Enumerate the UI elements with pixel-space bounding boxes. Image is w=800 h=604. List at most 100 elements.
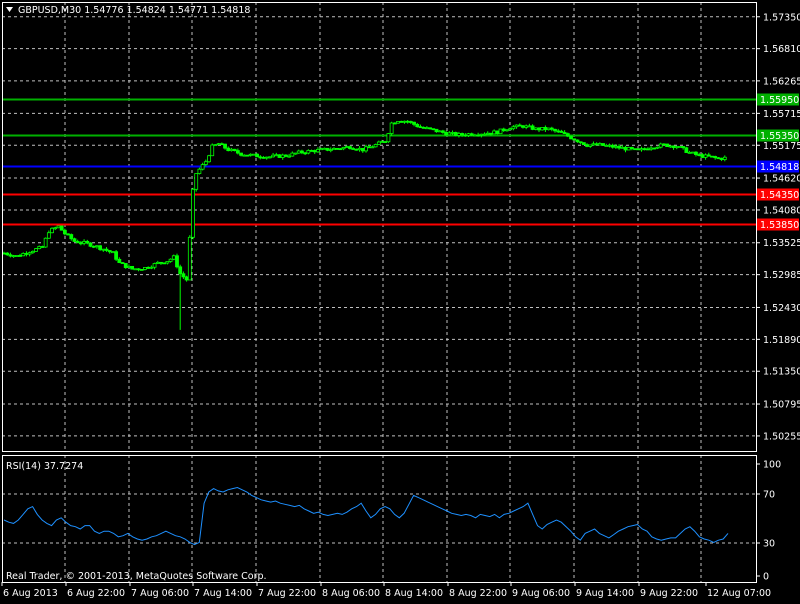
candle-body [572,138,577,141]
candle-body [428,127,432,130]
candle-body [325,147,330,151]
candle-body [75,241,80,244]
candle-body [665,143,670,148]
candle [652,147,657,150]
candle-body [585,144,589,147]
candle-body [229,148,234,152]
price-axis-label: 1.56265 [763,76,800,87]
candle-body [213,144,218,147]
candle-body [143,267,147,270]
candle-body [591,143,596,146]
candle-body [594,143,599,146]
candle-body [187,236,192,281]
candle [284,154,288,158]
candle-body [575,139,580,143]
candle [171,254,176,261]
candle-body [271,154,275,158]
candle [495,130,500,135]
candle-body [30,250,35,254]
candle-body [357,147,362,151]
candle-body [473,134,477,137]
candle-body [511,126,516,130]
chart-canvas[interactable]: 1.559501.553501.548181.543501.53850 1.57… [0,0,800,600]
trading-chart-window[interactable]: 1.55950 1.55350 1.54818 1.54350 1.53850 1.57… [0,0,800,600]
candle-body [348,146,352,149]
candle [431,128,436,131]
candle [383,141,388,143]
candle [565,132,570,138]
candle-body [553,128,557,132]
candle [191,187,195,240]
candle-body [549,127,554,130]
candle-body [98,245,103,250]
candle-body [46,232,51,239]
candle-body [104,248,109,251]
candle-body [466,133,471,136]
candle [690,151,695,154]
candle [194,173,199,192]
candle-body [328,149,333,152]
candle-body [216,143,221,146]
candle-body [53,227,58,230]
candle-body [421,126,426,129]
candle-body [402,120,407,123]
candle-body [293,152,298,155]
candle-body [258,156,263,159]
candle-body [489,132,493,135]
candle-body [530,125,535,130]
candle-body [200,164,205,170]
candle [277,154,282,158]
candle [120,262,125,264]
candle [114,250,119,261]
price-level-label: 1.54350 [760,190,799,201]
candle-body [360,147,365,152]
candle-body [194,173,199,190]
time-axis-label: 12 Aug 07:00 [707,588,771,599]
candle-body [418,126,423,129]
candle-body [578,141,583,144]
candle-body [56,225,61,229]
candle [354,148,359,151]
candle-body [710,155,714,158]
candle-body [380,141,384,143]
candle-body [40,246,45,248]
candle-body [498,128,503,135]
candle-body [514,124,519,128]
candle-body [235,150,240,154]
candle-body [284,154,288,157]
candle-body [469,133,474,136]
candle-body [671,145,676,149]
candle [213,144,218,147]
candle [133,268,138,271]
price-axis-label: 1.50255 [763,431,800,442]
candle-body [27,252,32,255]
candle-body [437,130,442,133]
candle [665,143,670,148]
candle-body [312,150,317,153]
candle [626,146,631,151]
candle-body [127,265,131,268]
candle [255,153,259,158]
candle-body [5,252,10,256]
candle-body [85,240,90,244]
candle-body [11,255,16,258]
candle [14,255,19,257]
candle-body [626,146,631,151]
candle-body [694,151,698,155]
candle-body [251,153,256,156]
candle-body [716,157,721,160]
candle-body [444,132,448,136]
candle-body [399,121,404,123]
candle-body [521,125,525,128]
candle-body [597,143,602,146]
candle-body [223,143,227,149]
candle-body [668,145,673,148]
candle [636,148,641,151]
candle-body [687,151,692,154]
candle-body [453,131,458,136]
candle-body [232,148,237,151]
candle [325,147,330,152]
candle-body [242,154,247,157]
time-axis-label: 6 Aug 22:00 [67,588,125,599]
price-axis-label: 1.50795 [763,400,800,411]
